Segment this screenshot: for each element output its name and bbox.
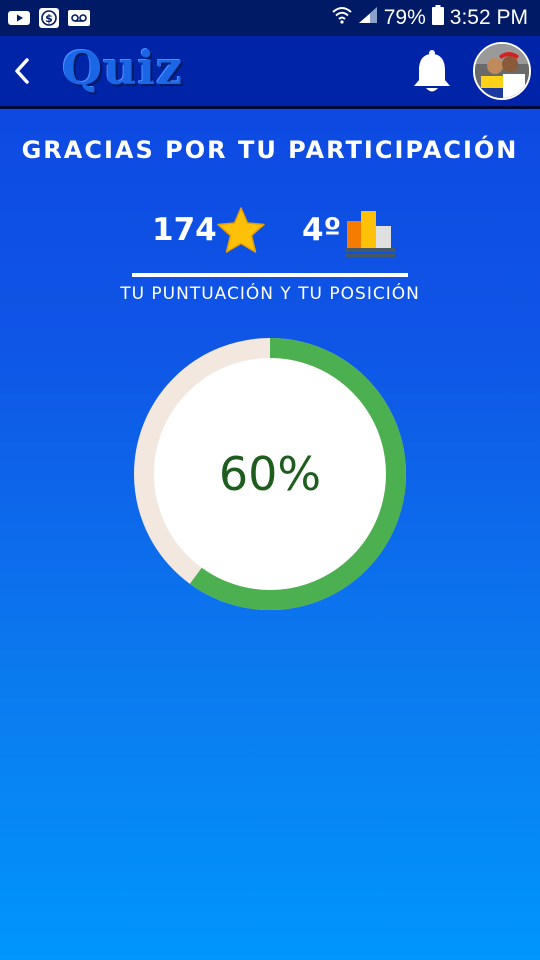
clock: 3:52 PM <box>449 6 528 29</box>
position-value: 4º <box>302 212 342 248</box>
score-value: 174 <box>152 212 217 248</box>
progress-ring: 60% <box>134 338 406 610</box>
signal-icon <box>358 6 378 30</box>
wifi-icon <box>332 6 352 30</box>
voicemail-icon <box>68 10 90 26</box>
svg-text:$: $ <box>45 12 53 25</box>
progress-percent: 60% <box>218 447 322 501</box>
podium-icon <box>345 211 395 257</box>
stats-divider <box>132 273 408 277</box>
battery-icon <box>431 5 444 31</box>
notifications-button[interactable] <box>410 49 454 95</box>
thanks-heading: GRACIAS POR TU PARTICIPACIÓN <box>21 136 519 164</box>
status-bar: $ 79% 3:52 PM <box>0 0 540 36</box>
chevron-left-icon <box>15 58 29 84</box>
bell-icon <box>414 50 450 92</box>
back-button[interactable] <box>6 51 38 91</box>
star-icon <box>217 207 265 253</box>
app-bar: Quiz <box>0 36 540 109</box>
stats-row: 174 4º <box>0 204 540 260</box>
youtube-icon <box>8 10 30 26</box>
stats-caption: TU PUNTUACIÓN Y TU POSICIÓN <box>120 284 420 304</box>
avatar[interactable] <box>473 42 531 100</box>
battery-percent: 79% <box>383 6 426 29</box>
dollar-app-icon: $ <box>38 8 60 28</box>
app-title: Quiz <box>62 41 184 95</box>
